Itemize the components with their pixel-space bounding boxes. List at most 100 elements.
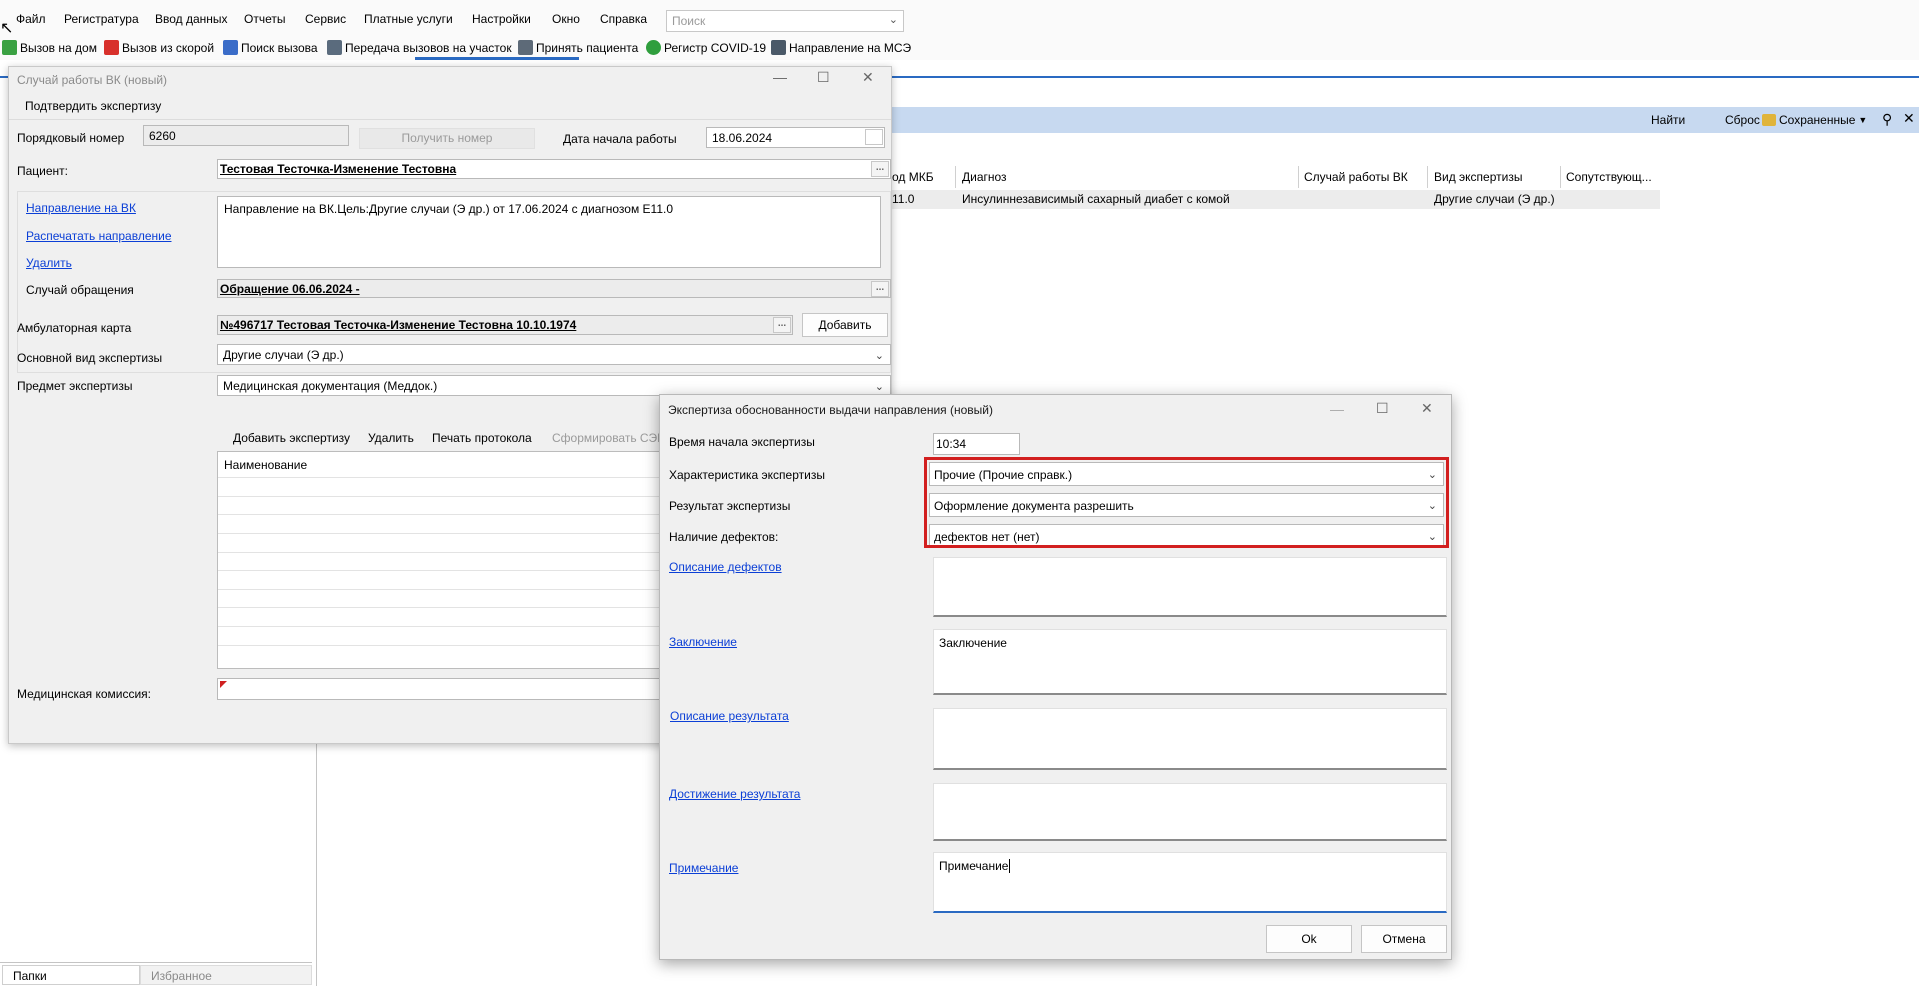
achievement-link[interactable]: Достижение результата (669, 787, 800, 801)
defects-description-field[interactable] (933, 557, 1447, 617)
seq-number-field[interactable]: 6260 (143, 125, 349, 146)
col-divider (1298, 166, 1299, 188)
achievement-field[interactable] (933, 783, 1447, 841)
generate-sem-button[interactable]: Сформировать СЭМ (552, 431, 667, 445)
ambulance-call-button[interactable]: Вызов из скорой (104, 40, 214, 55)
tab-folders[interactable]: Папки (2, 965, 140, 985)
grid-row-line (218, 607, 678, 608)
transfer-calls-button[interactable]: Передача вызовов на участок (327, 40, 512, 55)
ellipsis-icon[interactable]: ... (871, 281, 889, 297)
direction-text[interactable]: Направление на ВК.Цель:Другие случаи (Э … (217, 196, 881, 268)
transfer-calls-label: Передача вызовов на участок (345, 40, 512, 55)
house-call-button[interactable]: Вызов на дом (2, 40, 97, 55)
menu-file[interactable]: Файл (16, 12, 46, 26)
card-field[interactable]: №496717 Тестовая Тесточка-Изменение Тест… (217, 315, 793, 335)
folder-icon (1762, 114, 1776, 126)
time-field[interactable]: 10:34 (933, 433, 1020, 455)
required-marker-icon (220, 681, 227, 688)
characteristic-label: Характеристика экспертизы (669, 468, 825, 482)
subject-label: Предмет экспертизы (17, 379, 133, 393)
reset-button[interactable]: Сброс (1725, 113, 1760, 127)
close-icon[interactable]: ✕ (862, 69, 874, 86)
chevron-down-icon[interactable]: ⌄ (875, 349, 884, 362)
menu-settings[interactable]: Настройки (472, 12, 531, 26)
cell-icd-code[interactable]: 11.0 (892, 192, 914, 206)
cell-diagnosis[interactable]: Инсулиннезависимый сахарный диабет с ком… (962, 192, 1230, 206)
chevron-down-icon[interactable]: ⌄ (889, 13, 898, 26)
search-call-button[interactable]: Поиск вызова (223, 40, 318, 55)
text-caret (1009, 859, 1011, 873)
menu-window[interactable]: Окно (552, 12, 580, 26)
direction-vk-link[interactable]: Направление на ВК (26, 201, 136, 215)
close-icon[interactable]: ✕ (1421, 400, 1433, 417)
mse-direction-button[interactable]: Направление на МСЭ (771, 40, 911, 55)
note-field[interactable]: Примечание (933, 852, 1447, 913)
menu-paid-services[interactable]: Платные услуги (364, 12, 453, 26)
conclusion-field[interactable]: Заключение (933, 629, 1447, 695)
divider (0, 962, 312, 963)
col-vk-case[interactable]: Случай работы ВК (1304, 170, 1408, 184)
menu-service[interactable]: Сервис (305, 12, 346, 26)
patient-field[interactable]: Тестовая Тесточка-Изменение Тестовна ... (217, 159, 891, 179)
cancel-button[interactable]: Отмена (1361, 925, 1447, 953)
covid-registry-button[interactable]: Регистр COVID-19 (646, 40, 766, 55)
delete-direction-link[interactable]: Удалить (26, 256, 72, 270)
defects-description-link[interactable]: Описание дефектов (669, 560, 782, 574)
confirm-expertise-button[interactable]: Подтвердить экспертизу (25, 99, 161, 113)
delete-expertise-button[interactable]: Удалить (368, 431, 414, 445)
accept-patient-icon (518, 40, 533, 55)
col-concomitant[interactable]: Сопутствующ... (1566, 170, 1652, 184)
saved-filters-label: Сохраненные (1779, 113, 1856, 127)
col-icd-code[interactable]: од МКБ (892, 170, 934, 184)
note-link[interactable]: Примечание (669, 861, 738, 875)
close-panel-icon[interactable]: ✕ (1903, 110, 1915, 127)
accept-patient-button[interactable]: Принять пациента (518, 40, 638, 55)
active-tab-indicator (415, 57, 579, 60)
grid-header-name[interactable]: Наименование (224, 458, 307, 472)
toolbar: Вызов на дом Вызов из скорой Поиск вызов… (0, 36, 1919, 60)
calendar-icon[interactable] (865, 129, 883, 145)
search-input[interactable]: Поиск ⌄ (666, 10, 904, 32)
ambulance-call-label: Вызов из скорой (122, 40, 215, 55)
grid-row-line (218, 533, 678, 534)
find-button[interactable]: Найти (1651, 113, 1685, 127)
print-protocol-button[interactable]: Печать протокола (432, 431, 532, 445)
print-direction-link[interactable]: Распечатать направление (26, 229, 172, 243)
add-card-button[interactable]: Добавить (802, 313, 888, 337)
pin-icon[interactable]: ⚲ (1882, 111, 1892, 128)
transfer-icon (327, 40, 342, 55)
grid-row-line (218, 589, 678, 590)
filter-panel-header: Найти Сброс Сохраненные ▼ ⚲ ✕ (890, 107, 1919, 133)
saved-filters-button[interactable]: Сохраненные ▼ (1762, 113, 1867, 127)
col-expertise-type[interactable]: Вид экспертизы (1434, 170, 1522, 184)
start-date-field[interactable]: 18.06.2024 (706, 127, 885, 148)
defects-label: Наличие дефектов: (669, 530, 779, 544)
subject-select[interactable]: Медицинская документация (Меддок.) ⌄ (217, 375, 891, 396)
tab-favorites[interactable]: Избранное (140, 965, 312, 985)
maximize-icon[interactable]: ☐ (1376, 400, 1389, 417)
get-number-button[interactable]: Получить номер (359, 128, 535, 149)
case-field[interactable]: Обращение 06.06.2024 - ... (217, 279, 891, 298)
commission-field[interactable] (217, 678, 677, 700)
maximize-icon[interactable]: ☐ (817, 69, 830, 86)
search-call-icon (223, 40, 238, 55)
search-call-label: Поиск вызова (241, 40, 318, 55)
minimize-icon[interactable]: — (1330, 401, 1344, 417)
search-placeholder: Поиск (672, 14, 706, 28)
col-diagnosis[interactable]: Диагноз (962, 170, 1007, 184)
menu-registry[interactable]: Регистратура (64, 12, 139, 26)
result-description-link[interactable]: Описание результата (670, 709, 789, 723)
menu-help[interactable]: Справка (600, 12, 647, 26)
chevron-down-icon[interactable]: ⌄ (875, 380, 884, 393)
ellipsis-icon[interactable]: ... (871, 161, 889, 177)
conclusion-link[interactable]: Заключение (669, 635, 737, 649)
add-expertise-button[interactable]: Добавить экспертизу (233, 431, 350, 445)
minimize-icon[interactable]: — (773, 69, 787, 85)
menu-reports[interactable]: Отчеты (244, 12, 285, 26)
ellipsis-icon[interactable]: ... (773, 317, 791, 333)
main-kind-select[interactable]: Другие случаи (Э др.) ⌄ (217, 344, 891, 365)
ok-button[interactable]: Ok (1266, 925, 1352, 953)
cell-expertise-type[interactable]: Другие случаи (Э др.) (1434, 192, 1555, 206)
result-description-field[interactable] (933, 708, 1447, 770)
menu-data-input[interactable]: Ввод данных (155, 12, 228, 26)
